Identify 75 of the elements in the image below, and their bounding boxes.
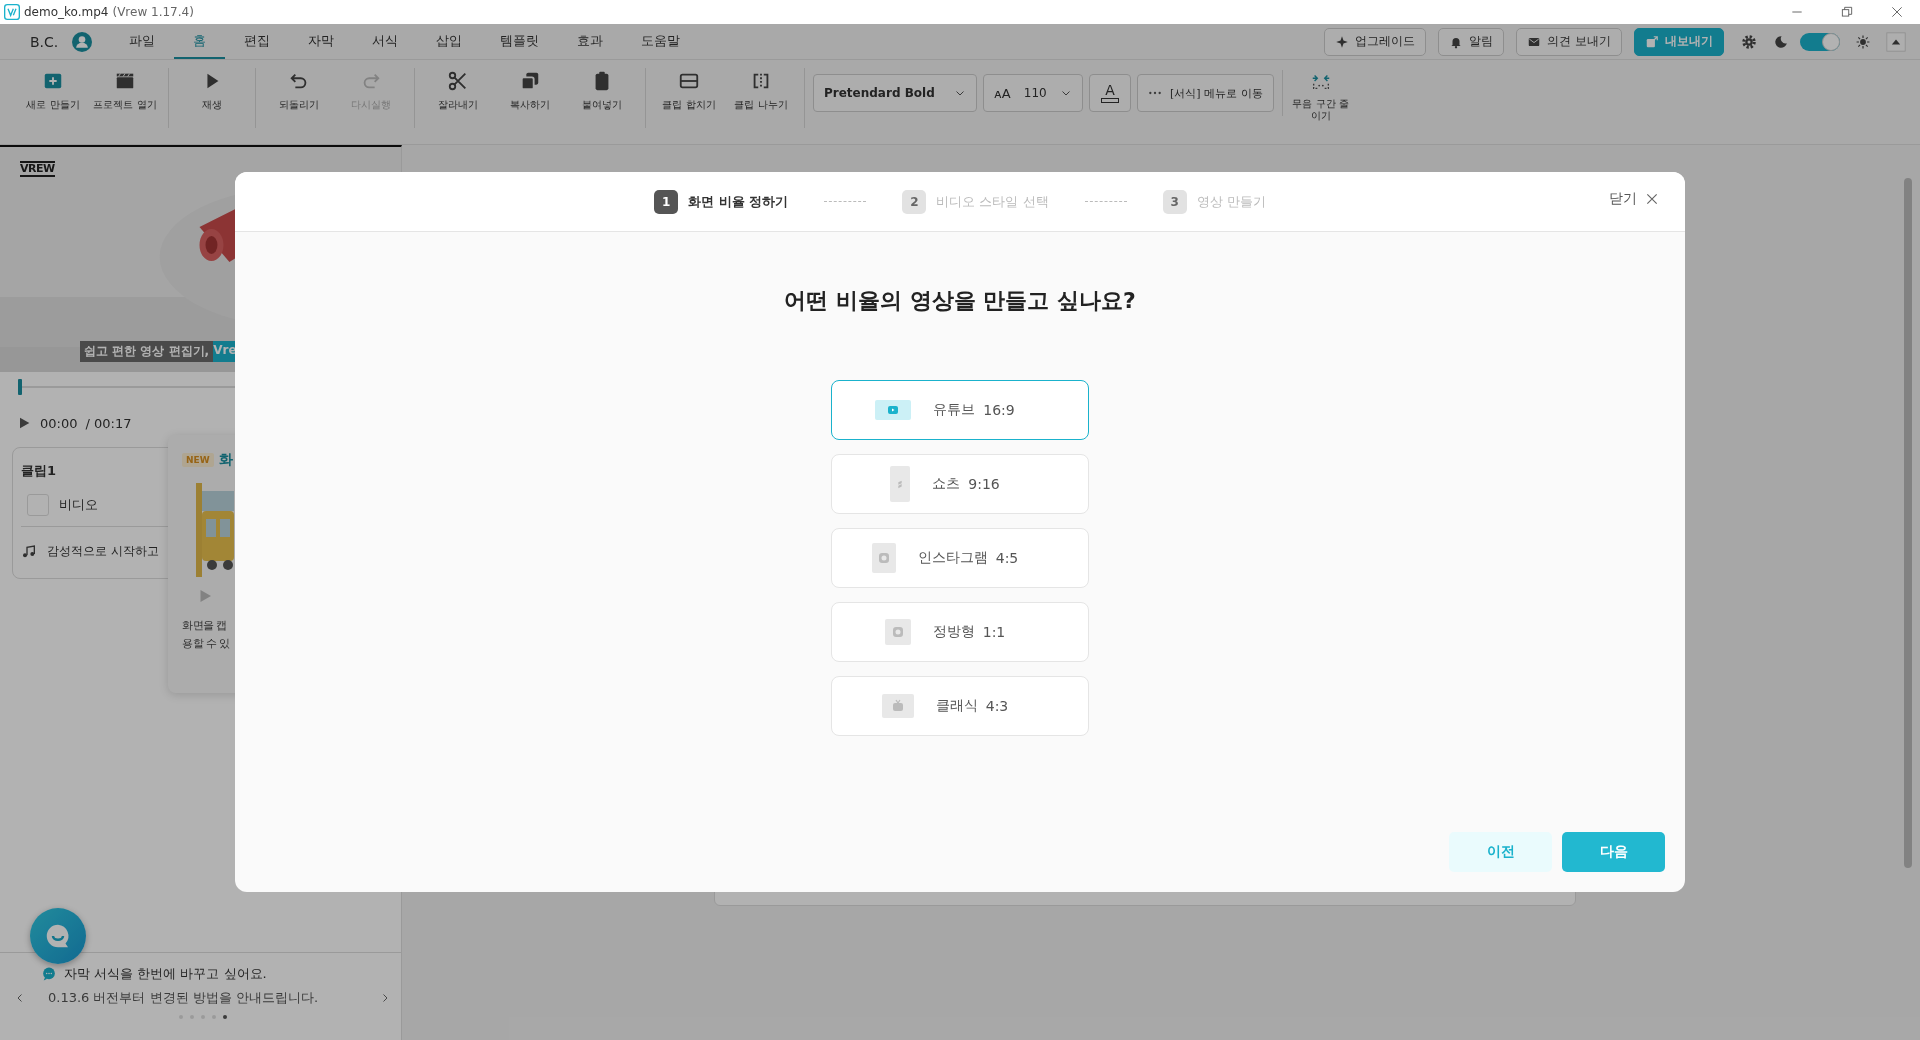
toolbar-button[interactable]: 잘라내기 bbox=[423, 68, 493, 112]
wizard-step: 3 영상 만들기 bbox=[1162, 189, 1266, 214]
ratio-option[interactable]: 쇼츠 9:16 bbox=[831, 454, 1089, 514]
user-name: B.C. bbox=[30, 33, 59, 50]
total-time: / 00:17 bbox=[85, 415, 132, 431]
menu-tab[interactable]: 자막 bbox=[289, 24, 354, 59]
page-dot[interactable] bbox=[222, 1015, 227, 1019]
menu-tab[interactable]: 효과 bbox=[558, 24, 623, 59]
app-logo-icon bbox=[4, 4, 20, 20]
toolbar-button[interactable]: 새로 만들기 bbox=[18, 68, 88, 112]
export-icon bbox=[1645, 34, 1659, 49]
instagram-icon bbox=[884, 619, 911, 645]
avatar-icon[interactable] bbox=[72, 31, 93, 52]
wizard-step: 1 화면 비율 정하기 bbox=[654, 189, 789, 214]
menu-tab[interactable]: 파일 bbox=[110, 24, 175, 59]
menu-tab[interactable]: 도움말 bbox=[622, 24, 700, 59]
theme-switch[interactable] bbox=[1800, 32, 1840, 51]
chat-bubble-icon bbox=[42, 967, 56, 981]
subtitle-highlight: Vre bbox=[213, 341, 237, 362]
scrollbar[interactable] bbox=[1904, 178, 1912, 868]
ratio-option[interactable]: 클래식 4:3 bbox=[831, 676, 1089, 736]
scissors-icon bbox=[447, 70, 469, 92]
current-time: 00:00 bbox=[40, 415, 78, 431]
close-button[interactable]: 닫기 bbox=[1609, 190, 1659, 208]
wizard-step: 2 비디오 스타일 선택 bbox=[902, 189, 1049, 214]
collapse-icon[interactable] bbox=[1886, 31, 1906, 52]
menu-tab[interactable]: 편집 bbox=[225, 24, 290, 59]
menu-tab[interactable]: 삽입 bbox=[417, 24, 482, 59]
music-label: 감성적으로 시작하고 bbox=[47, 543, 159, 560]
toolbar-button[interactable]: 되돌리기 bbox=[264, 68, 334, 112]
text-color-button[interactable]: A bbox=[1089, 74, 1131, 112]
ratio-option[interactable]: 정방형 1:1 bbox=[831, 602, 1089, 662]
tip-title: 자막 서식을 한번에 바꾸고 싶어요. bbox=[64, 965, 267, 983]
clip-title: 클립1 bbox=[21, 462, 58, 480]
toolbar-button[interactable]: 클립 나누기 bbox=[726, 68, 796, 112]
tv-icon bbox=[881, 694, 914, 718]
new-badge: NEW bbox=[182, 453, 214, 467]
app-version: (Vrew 1.17.4) bbox=[112, 5, 194, 19]
video-thumbnail bbox=[27, 494, 49, 516]
ratio-option[interactable]: 인스타그램 4:5 bbox=[831, 528, 1089, 588]
sun-icon bbox=[1856, 34, 1870, 49]
dialog-question: 어떤 비율의 영상을 만들고 싶나요? bbox=[784, 287, 1136, 315]
menu-tab[interactable]: 서식 bbox=[353, 24, 418, 59]
shorts-icon bbox=[890, 466, 911, 502]
font-size-glyph: ᴀA bbox=[994, 85, 1011, 101]
settings-icon[interactable] bbox=[1740, 32, 1758, 51]
silence-cut-button[interactable]: 무음 구간 줄이기 bbox=[1290, 68, 1351, 121]
toolbar-button[interactable]: 클립 합치기 bbox=[654, 68, 724, 112]
menu-tab[interactable]: 템플릿 bbox=[481, 24, 559, 59]
music-note-icon bbox=[21, 543, 37, 560]
copy-icon bbox=[519, 70, 541, 92]
format-menu-button[interactable]: [서식] 메뉴로 이동 bbox=[1137, 74, 1274, 112]
feedback-button[interactable]: 의견 보내기 bbox=[1516, 27, 1622, 56]
clip-video-label: 비디오 bbox=[59, 496, 98, 514]
popup-text: 용할 수 있 bbox=[182, 635, 231, 652]
toolbar-button[interactable]: 복사하기 bbox=[495, 68, 565, 112]
upgrade-button[interactable]: 업그레이드 bbox=[1324, 27, 1427, 56]
subtitle-caption: 쉽고 편한 영상 편집기, bbox=[80, 341, 214, 362]
tip-text: 0.13.6 버전부터 변경된 방법을 안내드립니다. bbox=[47, 989, 319, 1007]
popup-title: 화 bbox=[218, 451, 233, 469]
window-title: demo_ko.mp4 bbox=[24, 5, 109, 19]
close-icon bbox=[1645, 192, 1659, 206]
instagram-icon bbox=[871, 543, 896, 573]
moon-icon bbox=[1774, 34, 1788, 49]
toolbar-button[interactable]: 재생 bbox=[177, 68, 247, 112]
ratio-option[interactable]: 유튜브 16:9 bbox=[831, 380, 1089, 440]
font-size-dropdown[interactable]: ᴀA 110 bbox=[983, 74, 1083, 112]
font-size-value: 110 bbox=[1023, 86, 1047, 100]
youtube-icon bbox=[875, 400, 912, 420]
notification-button[interactable]: 알림 bbox=[1438, 27, 1505, 56]
video-logo: VREW bbox=[20, 161, 55, 178]
popup-text: 화면을 캡 bbox=[182, 618, 228, 634]
toolbar-button[interactable]: 프로젝트 열기 bbox=[90, 68, 160, 112]
toolbar-button[interactable]: 붙여넣기 bbox=[567, 68, 637, 112]
font-dropdown[interactable]: Pretendard Bold bbox=[813, 74, 977, 112]
